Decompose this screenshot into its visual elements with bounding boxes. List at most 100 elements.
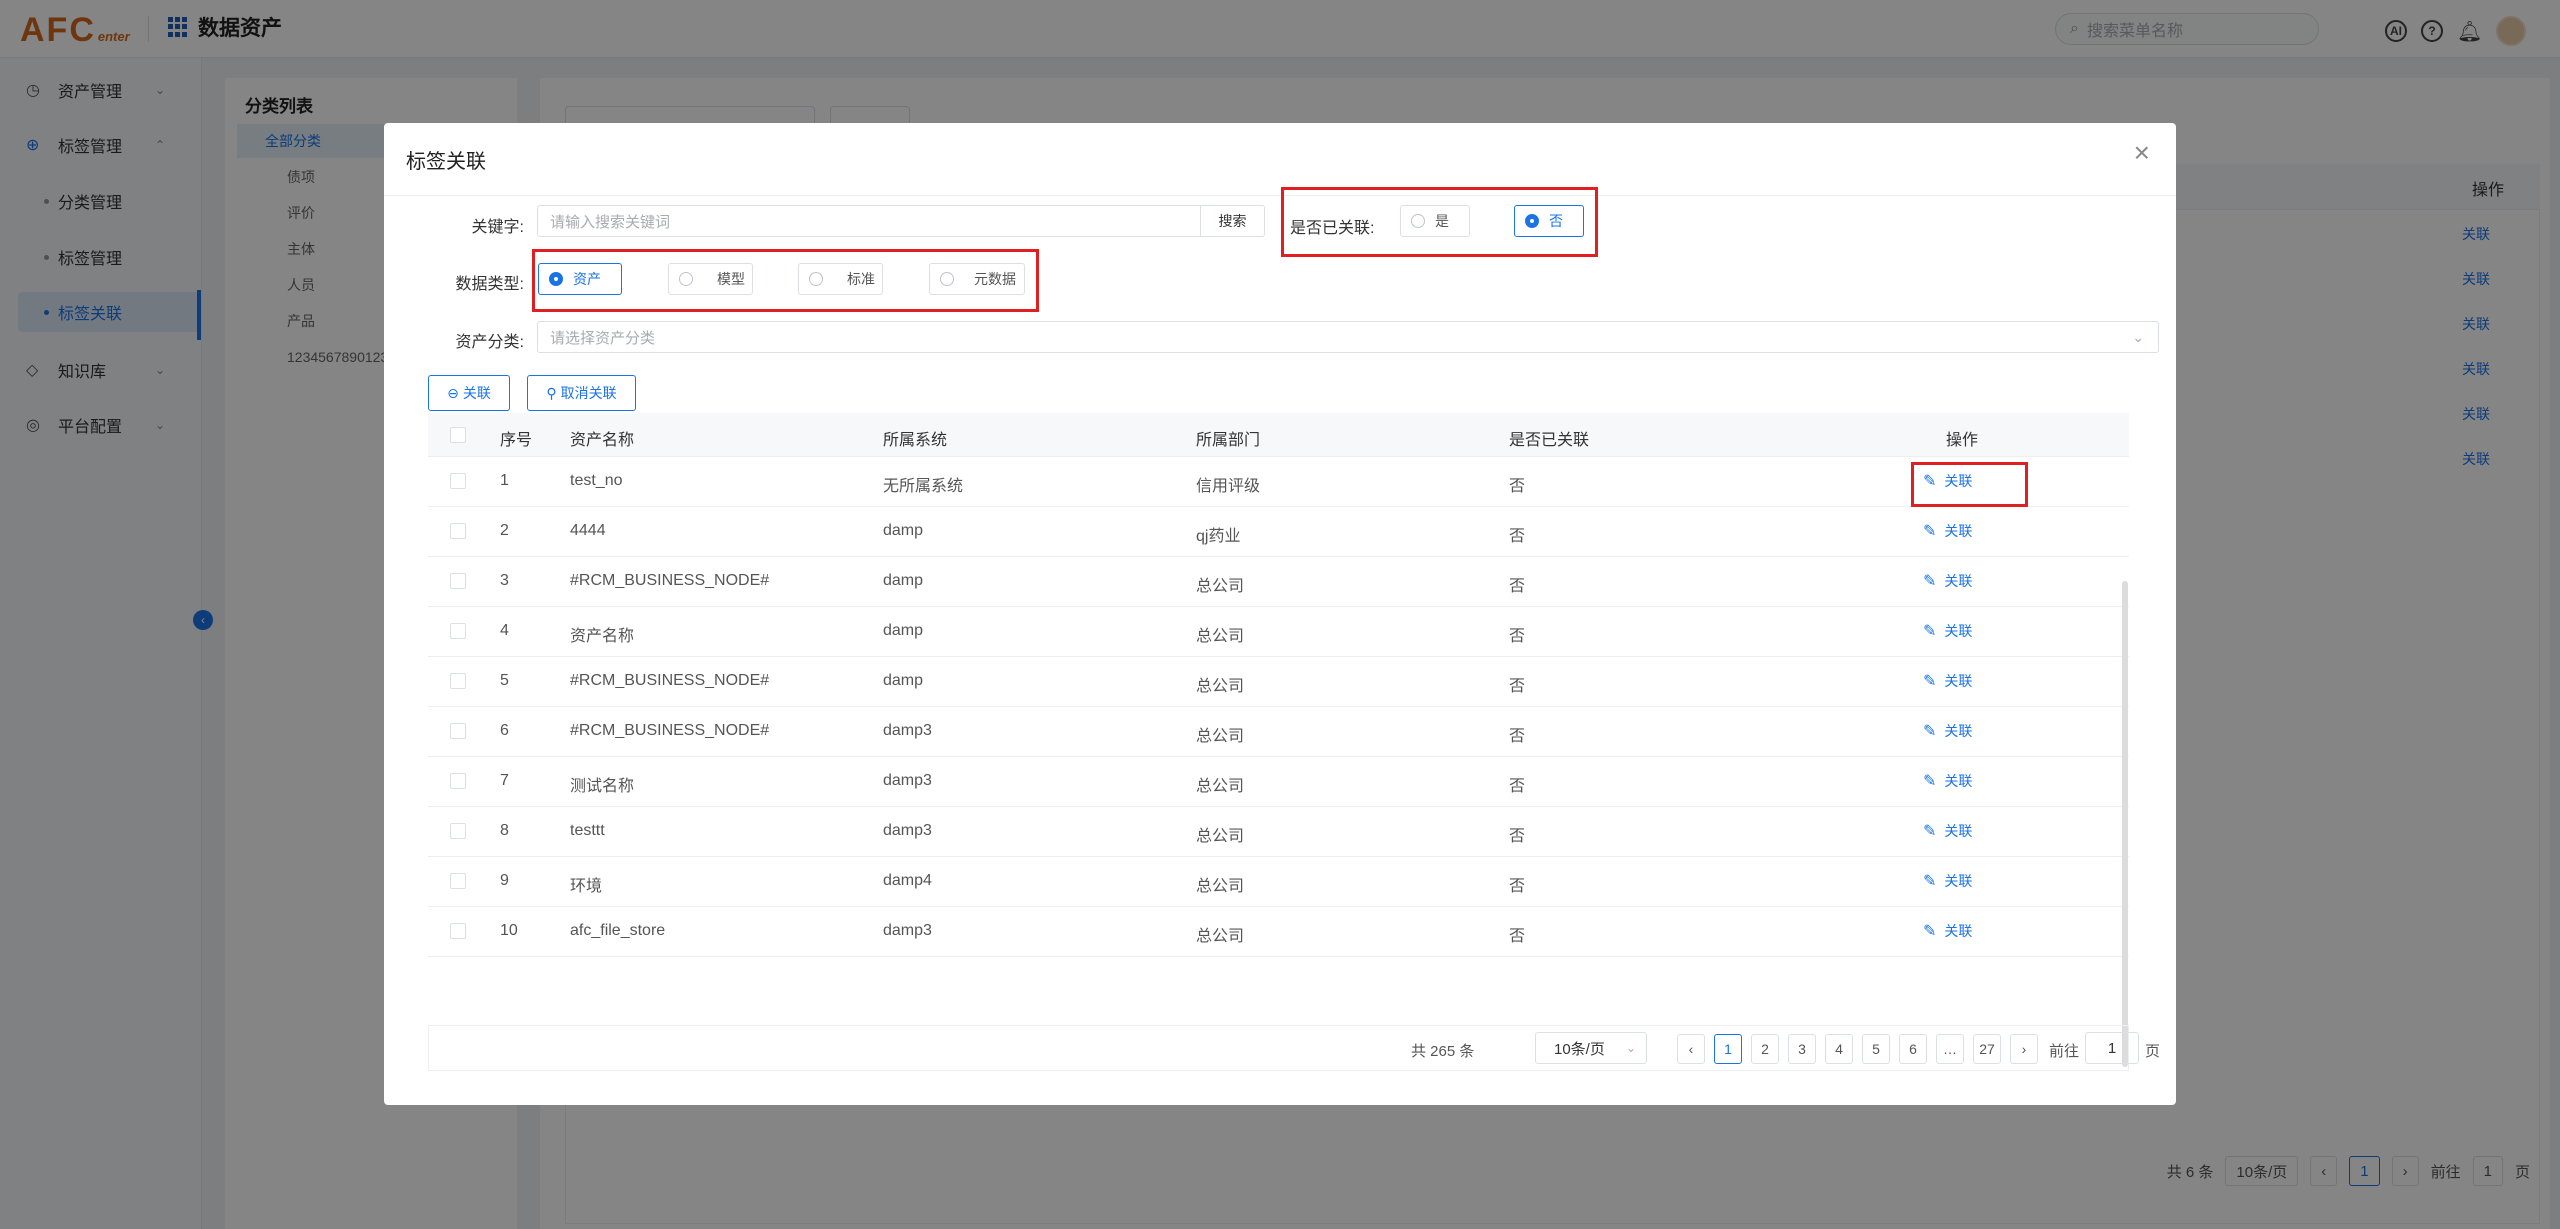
row-link-button[interactable]: ✎ 关联	[1923, 721, 1972, 741]
table-row: 7 测试名称 damp3 总公司 否 ✎ 关联	[428, 757, 2129, 807]
row-link-label: 关联	[1944, 723, 1973, 739]
column-header: 所属系统	[883, 432, 948, 449]
row-dept: 总公司	[1196, 828, 1245, 845]
row-checkbox[interactable]	[450, 523, 466, 539]
asset-class-placeholder: 请选择资产分类	[550, 329, 656, 347]
keyword-label: 关键字:	[471, 219, 524, 236]
search-button[interactable]: 搜索	[1201, 205, 1265, 237]
pager-total: 共 265 条	[1411, 1043, 1475, 1060]
table-row: 4 资产名称 damp 总公司 否 ✎ 关联	[428, 607, 2129, 657]
row-no: 8	[500, 822, 509, 839]
column-header: 序号	[500, 432, 533, 449]
goto-page-input[interactable]: 1	[2085, 1032, 2139, 1064]
pencil-icon: ✎	[1923, 573, 1937, 590]
asset-class-select[interactable]: 请选择资产分类 ⌄	[537, 321, 2159, 353]
row-checkbox[interactable]	[450, 823, 466, 839]
row-name: #RCM_BUSINESS_NODE#	[570, 722, 770, 739]
select-all-checkbox[interactable]	[450, 427, 466, 443]
row-linked: 否	[1509, 828, 1526, 845]
row-dept: 信用评级	[1196, 478, 1261, 495]
page-button[interactable]: 27	[1973, 1034, 2001, 1064]
row-checkbox[interactable]	[450, 673, 466, 689]
row-link-label: 关联	[1944, 773, 1973, 789]
row-linked: 否	[1509, 678, 1526, 695]
pencil-icon: ✎	[1923, 623, 1937, 640]
row-linked: 否	[1509, 528, 1526, 545]
row-linked: 否	[1509, 878, 1526, 895]
keyword-input[interactable]: 请输入搜索关键词	[537, 205, 1201, 237]
pencil-icon: ✎	[1923, 823, 1937, 840]
class-label: 资产分类:	[455, 334, 524, 351]
page-button[interactable]: 2	[1751, 1034, 1779, 1064]
column-header: 是否已关联	[1509, 432, 1590, 449]
page-button[interactable]: 6	[1899, 1034, 1927, 1064]
row-link-button[interactable]: ✎ 关联	[1923, 571, 1972, 591]
next-page-button[interactable]: ›	[2010, 1034, 2038, 1064]
row-no: 10	[500, 922, 518, 939]
row-checkbox[interactable]	[450, 723, 466, 739]
row-no: 3	[500, 572, 509, 589]
row-link-button[interactable]: ✎ 关联	[1923, 871, 1972, 891]
table-row: 9 环境 damp4 总公司 否 ✎ 关联	[428, 857, 2129, 907]
row-no: 2	[500, 522, 509, 539]
page-button[interactable]: 3	[1788, 1034, 1816, 1064]
row-name: #RCM_BUSINESS_NODE#	[570, 572, 770, 589]
row-dept: 总公司	[1196, 678, 1245, 695]
row-checkbox[interactable]	[450, 573, 466, 589]
unlink-button[interactable]: ⚲ 取消关联	[527, 375, 636, 411]
row-dept: 总公司	[1196, 728, 1245, 745]
row-system: damp3	[883, 722, 932, 739]
link-button[interactable]: ⊖ 关联	[428, 375, 510, 411]
pencil-icon: ✎	[1923, 873, 1937, 890]
more-pages-button[interactable]: …	[1936, 1034, 1964, 1064]
column-header: 资产名称	[570, 432, 635, 449]
column-header: 操作	[1946, 432, 1979, 449]
row-link-button[interactable]: ✎ 关联	[1923, 921, 1972, 941]
row-link-button[interactable]: ✎ 关联	[1923, 771, 1972, 791]
row-system: damp4	[883, 872, 932, 889]
row-link-button[interactable]: ✎ 关联	[1923, 621, 1972, 641]
row-link-label: 关联	[1944, 573, 1973, 589]
row-checkbox[interactable]	[450, 773, 466, 789]
row-linked: 否	[1509, 478, 1526, 495]
prev-page-button[interactable]: ‹	[1677, 1034, 1705, 1064]
pencil-icon: ✎	[1923, 773, 1937, 790]
table-row: 10 afc_file_store damp3 总公司 否 ✎ 关联	[428, 907, 2129, 957]
table-row: 8 testtt damp3 总公司 否 ✎ 关联	[428, 807, 2129, 857]
pencil-icon: ✎	[1923, 923, 1937, 940]
table-row: 6 #RCM_BUSINESS_NODE# damp3 总公司 否 ✎ 关联	[428, 707, 2129, 757]
row-checkbox[interactable]	[450, 873, 466, 889]
row-link-label: 关联	[1944, 923, 1973, 939]
row-dept: 总公司	[1196, 578, 1245, 595]
close-icon[interactable]: ×	[2134, 139, 2150, 167]
page-size-select[interactable]: 10条/页 ⌄	[1535, 1032, 1647, 1064]
page-button[interactable]: 4	[1825, 1034, 1853, 1064]
row-link-button[interactable]: ✎ 关联	[1923, 521, 1972, 541]
highlight-box	[1911, 462, 2028, 507]
row-link-label: 关联	[1944, 873, 1973, 889]
table-row: 5 #RCM_BUSINESS_NODE# damp 总公司 否 ✎ 关联	[428, 657, 2129, 707]
row-system: damp	[883, 672, 924, 689]
table-header: 序号 资产名称 所属系统 所属部门 是否已关联 操作	[428, 413, 2129, 457]
pagination: 共 265 条 10条/页 ⌄ ‹ 1 2 3 4 5 6 … 27 › 前往 …	[428, 1025, 2160, 1071]
row-link-button[interactable]: ✎ 关联	[1923, 821, 1972, 841]
row-checkbox[interactable]	[450, 473, 466, 489]
row-name: #RCM_BUSINESS_NODE#	[570, 672, 770, 689]
row-name: 环境	[570, 878, 603, 895]
row-linked: 否	[1509, 728, 1526, 745]
pencil-icon: ✎	[1923, 723, 1937, 740]
chevron-down-icon: ⌄	[1625, 1041, 1636, 1055]
row-link-label: 关联	[1944, 673, 1973, 689]
row-linked: 否	[1509, 928, 1526, 945]
row-link-button[interactable]: ✎ 关联	[1923, 671, 1972, 691]
row-checkbox[interactable]	[450, 623, 466, 639]
row-link-label: 关联	[1944, 523, 1973, 539]
row-linked: 否	[1509, 778, 1526, 795]
page-button[interactable]: 5	[1862, 1034, 1890, 1064]
page-button[interactable]: 1	[1714, 1034, 1742, 1064]
row-checkbox[interactable]	[450, 923, 466, 939]
row-dept: 总公司	[1196, 778, 1245, 795]
row-no: 5	[500, 672, 509, 689]
table-scrollbar[interactable]	[2122, 581, 2128, 1067]
unlink-icon: ⚲	[546, 384, 557, 401]
